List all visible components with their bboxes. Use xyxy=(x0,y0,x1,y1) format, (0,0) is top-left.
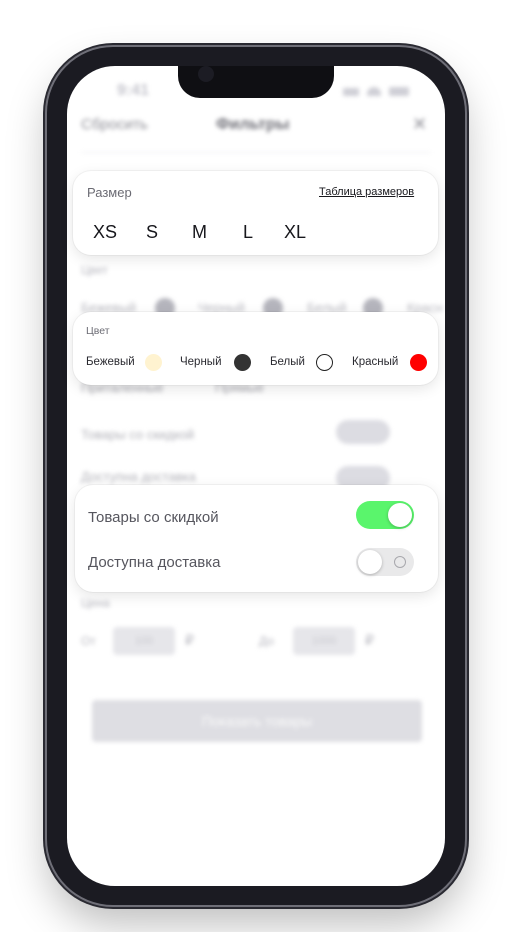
delivery-toggle-knob xyxy=(358,550,382,574)
bg-discount-toggle xyxy=(336,420,390,444)
bg-delivery-label: Доступна доставка xyxy=(81,469,196,484)
size-table-link[interactable]: Таблица размеров xyxy=(319,186,414,198)
size-option-xs[interactable]: XS xyxy=(93,222,117,243)
bg-price-to-input: 1000 xyxy=(293,627,355,655)
discount-toggle-knob xyxy=(388,503,412,527)
swatch-beige[interactable] xyxy=(145,354,162,371)
status-time: 9:41 xyxy=(117,82,150,99)
color-label-beige: Бежевый xyxy=(86,356,135,368)
toggle-off-indicator-icon xyxy=(394,556,406,568)
color-label-red: Красный xyxy=(352,356,399,368)
discount-label: Товары со скидкой xyxy=(88,509,219,526)
swatch-red[interactable] xyxy=(410,354,427,371)
size-option-m[interactable]: M xyxy=(192,222,207,243)
size-title: Размер xyxy=(87,185,132,200)
status-icons xyxy=(343,86,409,96)
power-button xyxy=(465,304,469,404)
reset-button[interactable]: Сбросить xyxy=(81,116,148,133)
show-products-button[interactable]: Показать товары xyxy=(92,700,422,742)
size-option-s[interactable]: S xyxy=(146,222,158,243)
bg-price-to-label: До xyxy=(259,634,274,648)
color-title: Цвет xyxy=(86,325,110,337)
size-option-xl[interactable]: XL xyxy=(284,222,306,243)
color-label-black: Черный xyxy=(180,356,222,368)
swatch-black[interactable] xyxy=(234,354,251,371)
size-option-l[interactable]: L xyxy=(243,222,253,243)
color-card: Цвет Бежевый Черный Белый Красный xyxy=(73,312,438,385)
delivery-toggle[interactable] xyxy=(356,548,414,576)
bg-currency-to: ₽ xyxy=(365,632,374,648)
color-label-white: Белый xyxy=(270,356,305,368)
bg-price-from-label: От xyxy=(81,634,96,648)
bg-discount-label: Товары со скидкой xyxy=(81,427,195,442)
bg-price-from-input: 100 xyxy=(113,627,175,655)
bg-color-title: Цвет xyxy=(81,263,108,277)
swatch-white[interactable] xyxy=(316,354,333,371)
bg-currency-from: ₽ xyxy=(185,632,194,648)
delivery-label: Доступна доставка xyxy=(88,554,221,571)
close-icon[interactable]: ✕ xyxy=(412,114,427,135)
page-title: Фильтры xyxy=(216,116,290,133)
bg-price-title: Цена xyxy=(81,596,110,610)
size-card: Размер Таблица размеров XS S M L XL xyxy=(73,171,438,255)
toggle-card: Товары со скидкой Доступна доставка xyxy=(75,485,438,592)
phone-notch xyxy=(178,66,334,98)
camera-icon xyxy=(198,66,214,82)
discount-toggle[interactable] xyxy=(356,501,414,529)
header-divider xyxy=(81,152,431,153)
